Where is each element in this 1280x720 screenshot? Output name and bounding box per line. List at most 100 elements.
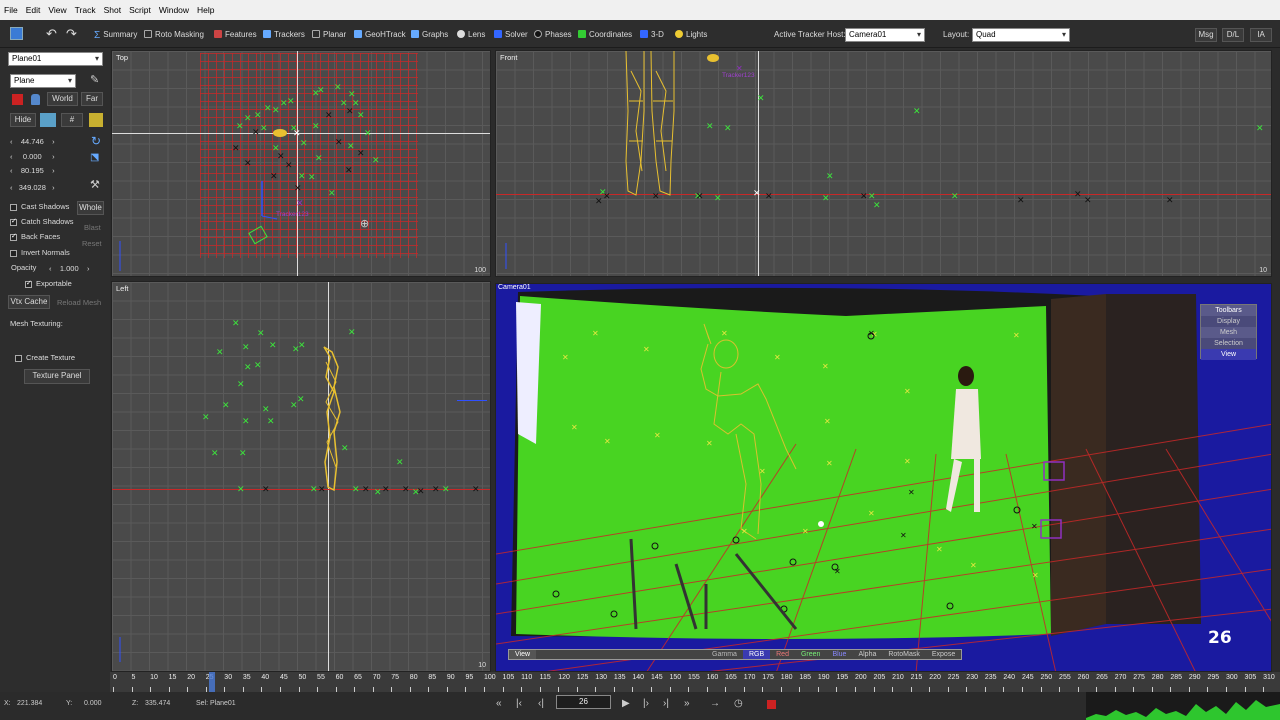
object-select[interactable]: Plane01 bbox=[8, 52, 103, 66]
tab-rgb[interactable]: RGB bbox=[742, 650, 771, 659]
svg-text:✕: ✕ bbox=[237, 485, 245, 495]
grid-toggle-icon[interactable] bbox=[89, 113, 103, 127]
playhead[interactable] bbox=[209, 672, 216, 692]
next-key-icon[interactable]: ›| bbox=[663, 698, 669, 709]
step-arrow-icon[interactable]: → bbox=[710, 698, 720, 709]
value-row-2: ‹ 0.000 › bbox=[10, 152, 55, 161]
record-icon[interactable] bbox=[767, 700, 776, 709]
undo-icon[interactable]: ↶ bbox=[46, 26, 57, 41]
svg-text:✕: ✕ bbox=[348, 328, 356, 338]
viewport-left[interactable]: Left 10 ✕ ✕ ✕ ✕ ✕ ✕ ✕ ✕ ✕ ✕ ✕ ✕ ✕ ✕ ✕ ✕ ✕ ✕ ✕ ✕ ✕ ✕ ✕ ✕ ✕ ✕ ✕ ✕ ✕ ✕ ✕… bbox=[111, 281, 491, 672]
side-menu-view[interactable]: View bbox=[1201, 349, 1256, 360]
prev-key-icon[interactable]: |‹ bbox=[516, 698, 522, 709]
hash-button[interactable]: # bbox=[61, 113, 83, 127]
save-icon[interactable] bbox=[10, 26, 23, 40]
tool-lens[interactable]: Lens bbox=[457, 27, 485, 41]
color-chip[interactable] bbox=[40, 113, 56, 127]
world-button[interactable]: World bbox=[47, 92, 78, 106]
timeline-tick-label: 280 bbox=[1151, 674, 1164, 681]
play-icon[interactable]: ▶ bbox=[622, 698, 630, 709]
menu-script[interactable]: Script bbox=[129, 5, 151, 15]
tab-rotomask[interactable]: RotoMask bbox=[882, 650, 926, 659]
active-tracker-host-select[interactable]: Camera01 bbox=[845, 28, 925, 42]
menu-window[interactable]: Window bbox=[159, 5, 189, 15]
tool-summary[interactable]: Σ Summary bbox=[94, 27, 137, 42]
tab-red[interactable]: Red bbox=[770, 650, 795, 659]
viewport-front[interactable]: Front 10 ✕ ✕ ✕ ✕ ✕ ✕ ✕ ✕ ✕ ✕ ✕ ✕ ✕ ✕ ✕ ✕ ✕ ✕ ✕ ✕ ✕ ✕ ✕ ✕ ✕ Tr… bbox=[495, 50, 1272, 277]
svg-text:✕: ✕ bbox=[242, 417, 250, 427]
msg-button[interactable]: Msg bbox=[1195, 28, 1217, 42]
tool-graphs[interactable]: Graphs bbox=[411, 27, 448, 41]
far-button[interactable]: Far bbox=[81, 92, 103, 106]
opacity-spinner[interactable]: ‹ 1.000 › bbox=[49, 264, 89, 273]
rotate-icon[interactable]: ↻ bbox=[91, 134, 101, 148]
tab-expose[interactable]: Expose bbox=[926, 650, 961, 659]
tab-gamma[interactable]: Gamma bbox=[706, 650, 743, 659]
menu-help[interactable]: Help bbox=[197, 5, 214, 15]
svg-text:✕: ✕ bbox=[202, 413, 210, 423]
tool-3d[interactable]: 3-D bbox=[640, 27, 664, 41]
tool-roto-masking[interactable]: Roto Masking bbox=[144, 27, 204, 41]
tool-solver[interactable]: Solver bbox=[494, 27, 528, 41]
cast-shadows-checkbox[interactable]: Cast Shadows bbox=[10, 202, 69, 211]
tab-view[interactable]: View bbox=[509, 650, 537, 659]
reset-button[interactable]: Reset bbox=[82, 239, 102, 248]
redo-icon[interactable]: ↷ bbox=[66, 26, 77, 41]
timeline-tick-label: 155 bbox=[688, 674, 700, 681]
tool-trackers[interactable]: Trackers bbox=[263, 27, 305, 41]
tab-green[interactable]: Green bbox=[795, 650, 826, 659]
color-swatch[interactable] bbox=[12, 94, 23, 105]
svg-text:✕: ✕ bbox=[285, 161, 293, 171]
side-menu-selection[interactable]: Selection bbox=[1201, 338, 1256, 349]
blast-button[interactable]: Blast bbox=[84, 223, 101, 232]
menu-file[interactable]: File bbox=[4, 5, 18, 15]
exportable-checkbox[interactable]: Exportable bbox=[25, 279, 72, 288]
viewport-camera[interactable]: ✕ ✕ ✕ ✕ ✕ ✕ ✕ ✕ ✕ ✕ ✕ ✕ ✕ ✕ ✕ ✕ ✕ ✕ ✕ ✕ ✕ ✕ ✕ ✕ ✕ ✕ ✕ ✕ Camera01 T… bbox=[495, 283, 1272, 672]
wrench-icon[interactable]: ⚒ bbox=[90, 178, 100, 191]
tool-phases[interactable]: Phases bbox=[534, 27, 572, 41]
whole-button[interactable]: Whole bbox=[77, 201, 104, 215]
create-texture-checkbox[interactable]: Create Texture bbox=[15, 353, 75, 362]
tool-features[interactable]: Features bbox=[214, 27, 257, 41]
timeline[interactable]: 0510152025303540455055606570758085909510… bbox=[110, 672, 1280, 692]
clock-icon[interactable]: ◷ bbox=[734, 698, 743, 709]
side-menu-toolbars[interactable]: Toolbars bbox=[1201, 305, 1256, 316]
catch-shadows-checkbox[interactable]: Catch Shadows bbox=[10, 217, 74, 226]
tool-planar[interactable]: Planar bbox=[312, 27, 346, 41]
menu-edit[interactable]: Edit bbox=[26, 5, 41, 15]
menu-shot[interactable]: Shot bbox=[104, 5, 122, 15]
tool-lights[interactable]: Lights bbox=[675, 27, 707, 41]
back-faces-checkbox[interactable]: Back Faces bbox=[10, 232, 60, 241]
menu-view[interactable]: View bbox=[48, 5, 66, 15]
tool-geohtrack[interactable]: GeoHTrack bbox=[354, 27, 406, 41]
menu-track[interactable]: Track bbox=[75, 5, 96, 15]
svg-text:✕: ✕ bbox=[334, 83, 342, 93]
prev-frame-icon[interactable]: ‹| bbox=[538, 698, 544, 709]
timeline-tick-label: 125 bbox=[576, 674, 589, 681]
texture-panel-button[interactable]: Texture Panel bbox=[24, 369, 90, 384]
frame-field[interactable]: 26 bbox=[556, 695, 611, 709]
hide-button[interactable]: Hide bbox=[10, 113, 36, 127]
tab-blue[interactable]: Blue bbox=[826, 650, 852, 659]
viewport-top[interactable]: Top 100 ✕ ✕ ✕ ✕ ✕ ✕ ✕ ✕ ✕ ✕ ✕ ✕ ✕ ✕ ✕ ✕ ✕ ✕ ✕ ✕ ✕ ✕ ✕ ✕ ✕ ✕ ✕ ✕ ✕ ✕ ✕… bbox=[111, 50, 491, 277]
invert-normals-checkbox[interactable]: Invert Normals bbox=[10, 248, 70, 257]
vtx-cache-button[interactable]: Vtx Cache bbox=[8, 295, 50, 309]
reload-mesh-button[interactable]: Reload Mesh bbox=[57, 298, 101, 307]
tool-coordinates[interactable]: Coordinates bbox=[578, 27, 632, 41]
side-menu-mesh[interactable]: Mesh bbox=[1201, 327, 1256, 338]
svg-text:✕: ✕ bbox=[382, 485, 390, 495]
type-select[interactable]: Plane bbox=[10, 74, 76, 88]
layout-select[interactable]: Quad bbox=[972, 28, 1070, 42]
tab-alpha[interactable]: Alpha bbox=[852, 650, 882, 659]
scale-icon[interactable]: ⬔ bbox=[90, 152, 99, 163]
timeline-tick-label: 85 bbox=[428, 674, 437, 681]
ia-button[interactable]: IA bbox=[1250, 28, 1272, 42]
dl-button[interactable]: D/L bbox=[1222, 28, 1244, 42]
next-frame-icon[interactable]: |› bbox=[643, 698, 649, 709]
fast-forward-icon[interactable]: » bbox=[684, 698, 690, 709]
lock-icon[interactable] bbox=[31, 94, 40, 105]
rewind-start-icon[interactable]: « bbox=[496, 698, 502, 709]
svg-text:✕: ✕ bbox=[822, 194, 830, 204]
side-menu-display[interactable]: Display bbox=[1201, 316, 1256, 327]
eyedropper-icon[interactable]: ✎ bbox=[90, 73, 99, 86]
